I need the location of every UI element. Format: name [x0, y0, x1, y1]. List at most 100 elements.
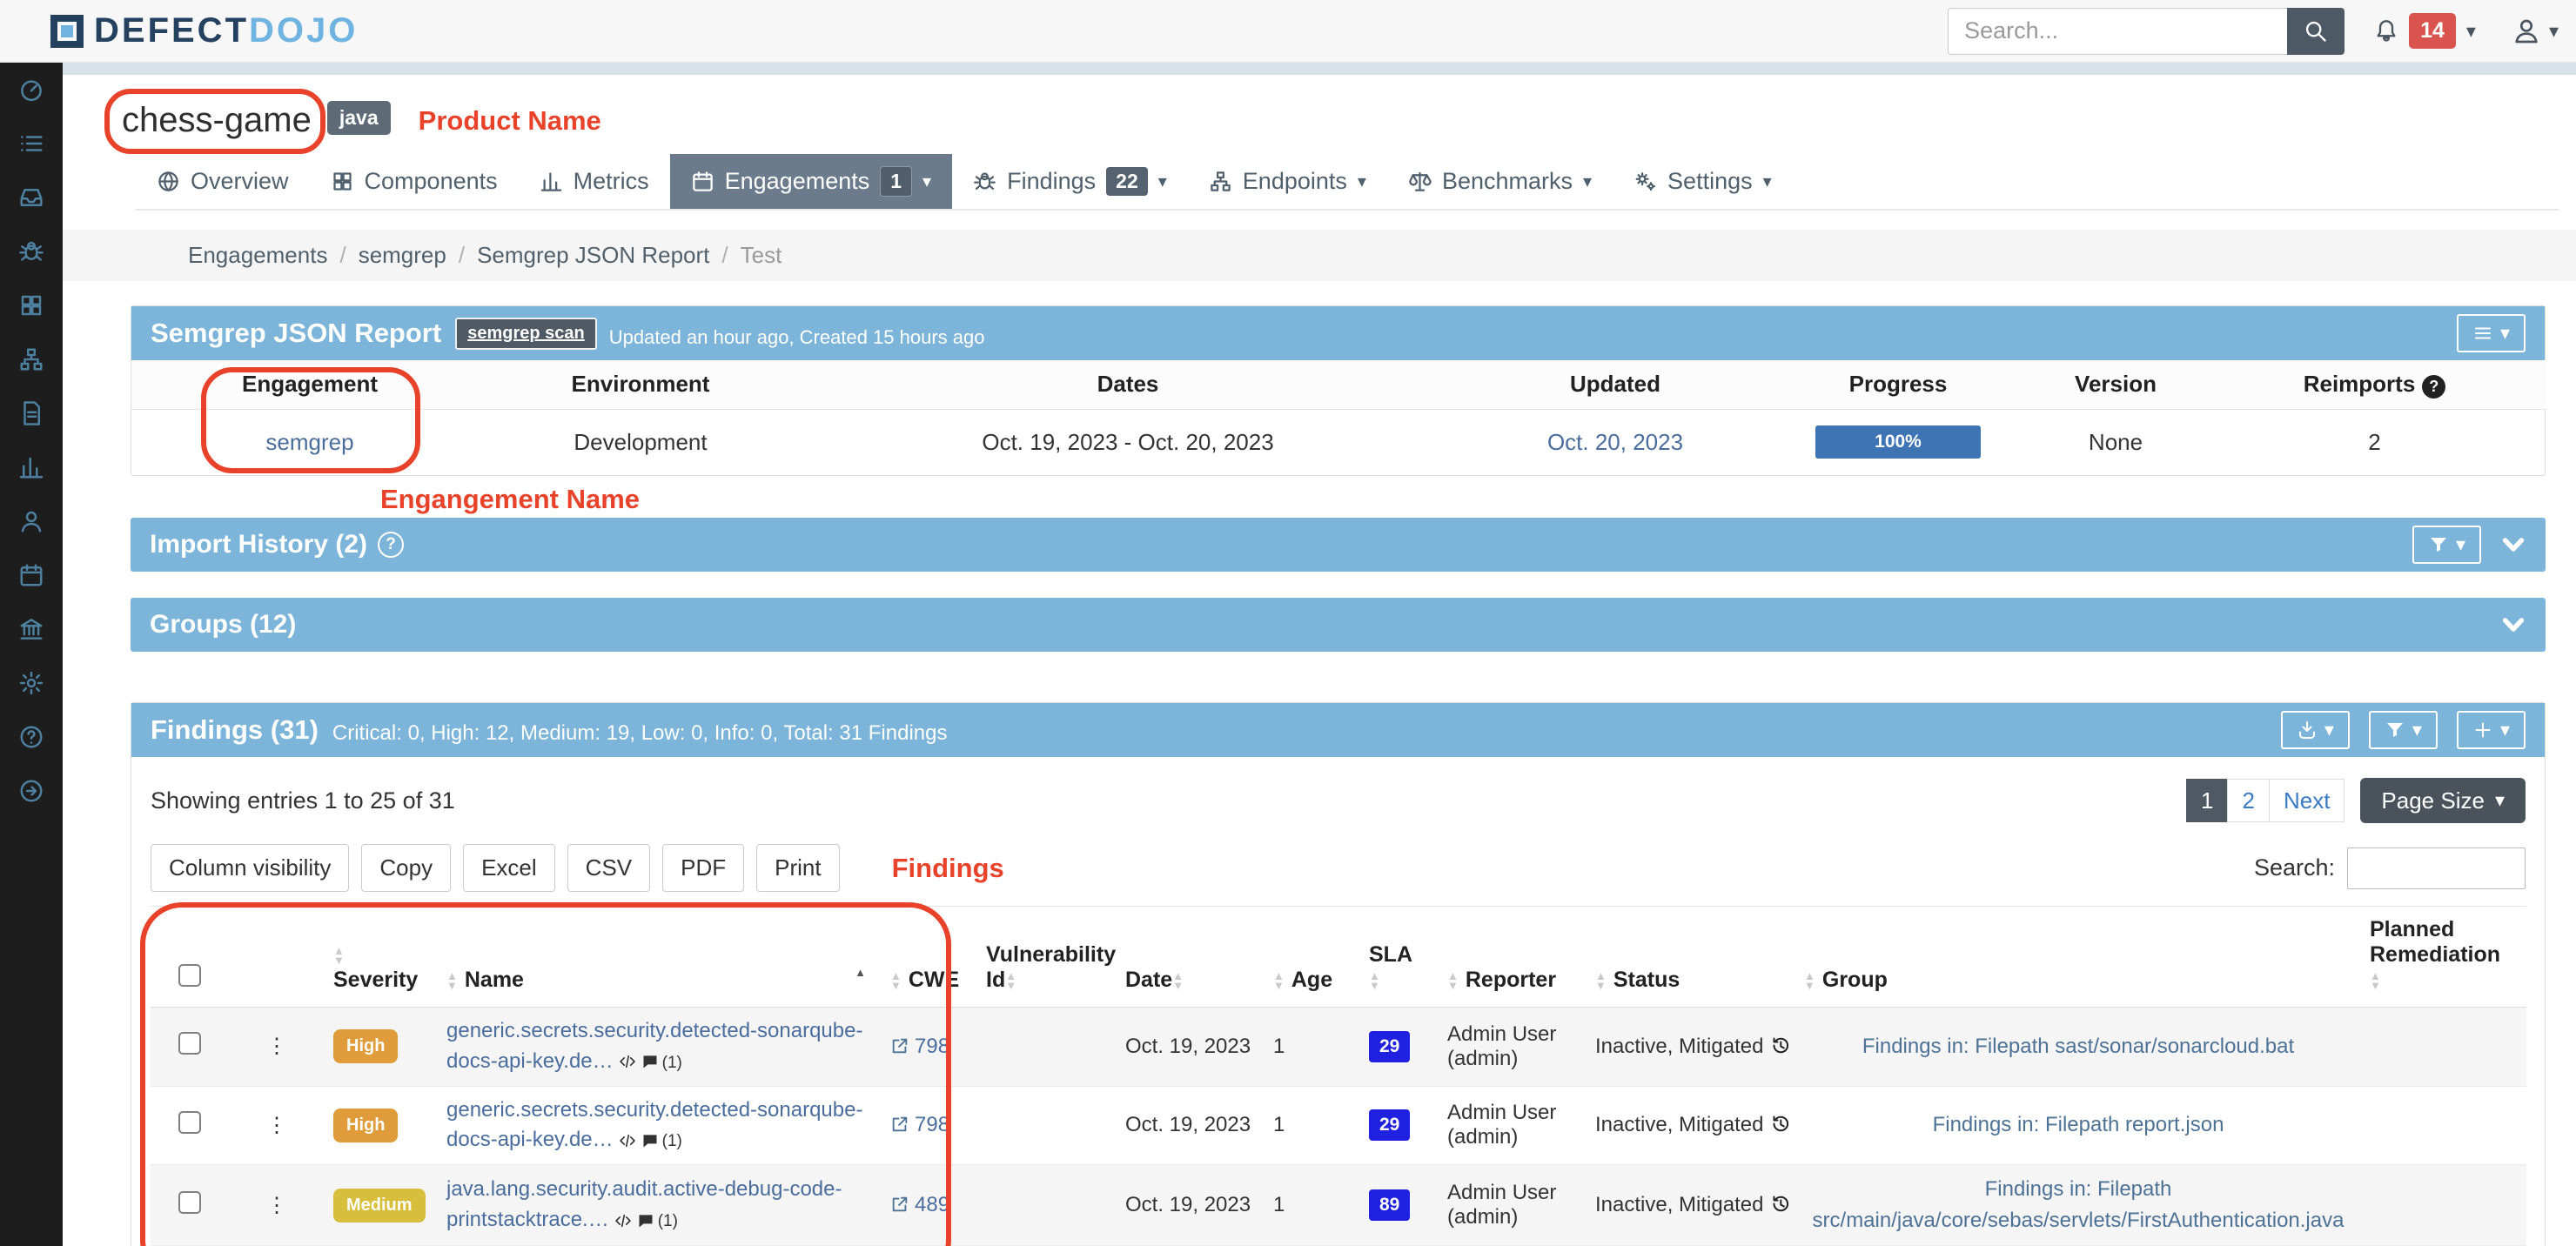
findings-download-button[interactable]: ▾ [2281, 711, 2350, 749]
findings-filter-button[interactable]: ▾ [2369, 711, 2438, 749]
list-icon[interactable] [18, 131, 44, 157]
report-menu-button[interactable]: ▾ [2457, 314, 2526, 352]
metrics-icon[interactable] [18, 454, 44, 480]
user-icon[interactable] [18, 508, 44, 534]
global-search-input[interactable] [1948, 8, 2287, 55]
col-name[interactable]: ▲▼Name▲ [438, 907, 882, 1008]
column-visibility-button[interactable]: Column visibility [151, 844, 349, 892]
bug-icon[interactable] [18, 238, 44, 265]
tab-engagements[interactable]: Engagements 1 ▾ [670, 154, 952, 209]
comment-count: (1) [658, 1212, 678, 1230]
col-age[interactable]: ▲▼Age [1265, 907, 1360, 1008]
engagement-link[interactable]: semgrep [265, 429, 353, 455]
col-vulnerability-id[interactable]: Vulnerability Id▲▼ [977, 907, 1117, 1008]
tab-endpoints[interactable]: Endpoints ▾ [1188, 154, 1387, 209]
groups-section[interactable]: Groups (12) [131, 598, 2546, 652]
findings-add-button[interactable]: ▾ [2457, 711, 2526, 749]
age-cell: 1 [1265, 1008, 1360, 1087]
bank-icon[interactable] [18, 616, 44, 642]
dashboard-icon[interactable] [18, 77, 44, 103]
progress-bar: 100% [1815, 425, 1981, 459]
defectdojo-logo[interactable]: DEFECTDOJO [50, 11, 358, 50]
group-link[interactable]: Findings in: Filepath sast/sonar/sonarcl… [1795, 1008, 2361, 1087]
col-updated: Updated [1463, 360, 1768, 409]
tab-metrics[interactable]: Metrics [519, 154, 670, 209]
col-cwe[interactable]: ▲▼CWE [882, 907, 977, 1008]
reporter-cell: Admin User (admin) [1439, 1165, 1587, 1246]
tab-findings[interactable]: Findings 22 ▾ [952, 154, 1188, 209]
findings-summary: Critical: 0, High: 12, Medium: 19, Low: … [332, 721, 948, 746]
tab-overview[interactable]: Overview [136, 154, 310, 209]
global-search-button[interactable] [2287, 8, 2345, 55]
group-link[interactable]: Findings in: Filepath report.json [1795, 1086, 2361, 1165]
tab-components[interactable]: Components [310, 154, 519, 209]
cwe-link[interactable]: 798 [915, 1113, 949, 1136]
col-sla[interactable]: SLA▲▼ [1360, 907, 1439, 1008]
tab-benchmarks[interactable]: Benchmarks ▾ [1387, 154, 1613, 209]
help-icon[interactable]: ? [2422, 375, 2445, 399]
history-icon[interactable] [1770, 1114, 1791, 1135]
report-icon[interactable] [18, 400, 44, 426]
tab-label: Engagements [725, 168, 870, 195]
row-actions-kebab-icon[interactable]: ⋮ [229, 1165, 325, 1246]
breadcrumb: Engagements / semgrep / Semgrep JSON Rep… [63, 230, 2576, 281]
page-next-button[interactable]: Next [2269, 779, 2345, 822]
select-all-checkbox[interactable] [178, 964, 201, 987]
import-history-section[interactable]: Import History (2) ? ▾ [131, 518, 2546, 572]
collapse-chevron-icon[interactable] [2500, 612, 2526, 638]
import-history-filter-button[interactable]: ▾ [2412, 526, 2481, 564]
sign-out-icon[interactable] [18, 778, 44, 804]
col-planned-remediation[interactable]: Planned Remediation▲▼ [2361, 907, 2526, 1008]
excel-button[interactable]: Excel [463, 844, 555, 892]
col-group[interactable]: ▲▼Group [1795, 907, 2361, 1008]
settings-gear-icon[interactable] [18, 670, 44, 696]
row-actions-kebab-icon[interactable]: ⋮ [229, 1008, 325, 1087]
breadcrumb-semgrep[interactable]: semgrep [359, 242, 446, 269]
pagination: 1 2 Next Page Size ▾ [2187, 778, 2526, 823]
col-reporter[interactable]: ▲▼Reporter [1439, 907, 1587, 1008]
row-checkbox[interactable] [178, 1111, 201, 1134]
history-icon[interactable] [1770, 1035, 1791, 1056]
help-icon[interactable] [18, 724, 44, 750]
reimports-value: 2 [2203, 409, 2546, 475]
chevron-down-icon: ▾ [2466, 20, 2476, 43]
col-date[interactable]: Date▲▼ [1117, 907, 1265, 1008]
scan-type-badge[interactable]: semgrep scan [455, 318, 597, 350]
col-status[interactable]: ▲▼Status [1587, 907, 1795, 1008]
grid-icon[interactable] [18, 292, 44, 318]
row-checkbox[interactable] [178, 1191, 201, 1214]
col-dates: Dates [793, 360, 1463, 409]
notifications-menu[interactable]: 14 ▾ [2374, 13, 2476, 49]
user-menu[interactable]: ▾ [2512, 17, 2559, 45]
pdf-button[interactable]: PDF [662, 844, 744, 892]
print-button[interactable]: Print [756, 844, 839, 892]
spacer [63, 652, 2576, 678]
tab-label: Overview [191, 168, 289, 195]
group-link[interactable]: Findings in: Filepath src/main/java/core… [1795, 1165, 2361, 1246]
inbox-icon[interactable] [18, 184, 44, 211]
help-icon[interactable]: ? [378, 532, 404, 558]
external-link-icon [890, 1115, 909, 1134]
code-icon [614, 1212, 632, 1229]
sitemap-icon[interactable] [18, 346, 44, 372]
page-1-button[interactable]: 1 [2186, 779, 2228, 822]
page-2-button[interactable]: 2 [2227, 779, 2269, 822]
collapse-chevron-icon[interactable] [2500, 532, 2526, 558]
page-size-button[interactable]: Page Size ▾ [2360, 778, 2526, 823]
history-icon[interactable] [1770, 1194, 1791, 1215]
breadcrumb-engagements[interactable]: Engagements [188, 242, 327, 269]
calendar-icon[interactable] [18, 562, 44, 588]
sort-icon: ▲▼ [890, 971, 902, 990]
table-search-input[interactable] [2347, 847, 2526, 889]
breadcrumb-semgrep-json-report[interactable]: Semgrep JSON Report [477, 242, 709, 269]
copy-button[interactable]: Copy [361, 844, 451, 892]
cwe-link[interactable]: 798 [915, 1035, 949, 1058]
csv-button[interactable]: CSV [567, 844, 650, 892]
row-actions-kebab-icon[interactable]: ⋮ [229, 1086, 325, 1165]
col-severity[interactable]: ▲▼Severity [325, 907, 438, 1008]
cwe-link[interactable]: 489 [915, 1193, 949, 1216]
col-label: Severity [333, 968, 418, 992]
updated-value[interactable]: Oct. 20, 2023 [1547, 429, 1683, 455]
tab-settings[interactable]: Settings ▾ [1613, 154, 1793, 209]
row-checkbox[interactable] [178, 1032, 201, 1055]
